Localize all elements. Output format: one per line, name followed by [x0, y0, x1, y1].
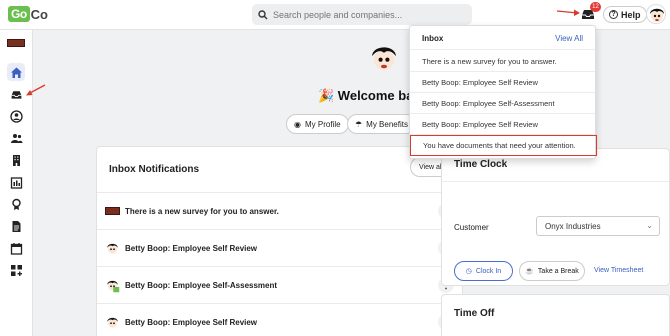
time-clock-title: Time Clock [454, 159, 508, 170]
notification-text: Betty Boop: Employee Self Review [125, 243, 258, 253]
notification-text: Betty Boop: Employee Self Review [125, 317, 258, 327]
list-item[interactable]: Betty Boop: Employee Self-Assessment ⋮ [97, 266, 462, 303]
sidebar [0, 30, 33, 336]
notification-text: Betty Boop: Employee Self-Assessment [125, 280, 278, 290]
logo-co-text: Co [30, 6, 49, 22]
chevron-down-icon: ⌄ [646, 221, 653, 230]
time-off-title: Time Off [454, 308, 495, 319]
customer-label: Customer [454, 223, 489, 232]
inbox-dropdown: Inbox View All There is a new survey for… [409, 25, 597, 159]
help-button[interactable]: ? Help [603, 6, 647, 23]
inbox-notifications-title: Inbox Notifications [109, 164, 199, 175]
inbox-badge: 12 [590, 2, 601, 12]
my-profile-button[interactable]: ◉ My Profile [286, 114, 349, 134]
my-benefits-label: My Benefits [366, 119, 408, 129]
notification-text: There is a new survey for you to answer. [125, 206, 279, 216]
list-item[interactable]: Betty Boop: Employee Self Review ⋮ [97, 229, 462, 266]
search-bar[interactable] [252, 4, 472, 25]
inbox-dropdown-title: Inbox [422, 34, 444, 43]
people-icon[interactable] [7, 129, 25, 147]
company-logo [105, 207, 120, 215]
avatar [107, 243, 118, 254]
my-benefits-button[interactable]: ☂ My Benefits [347, 114, 416, 134]
clock-in-button[interactable]: ◷ Clock In [454, 261, 513, 281]
take-break-label: Take a Break [537, 267, 579, 275]
user-avatar[interactable] [646, 4, 666, 24]
avatar [107, 317, 118, 328]
award-icon[interactable] [7, 195, 25, 213]
coffee-icon: ☕ [525, 268, 534, 275]
profile-icon[interactable] [7, 107, 25, 125]
document-icon[interactable] [7, 217, 25, 235]
customer-select[interactable]: Onyx Industries ⌄ [536, 216, 660, 236]
clock-icon: ◷ [465, 268, 472, 275]
inbox-notifications-card: Inbox Notifications View all There is a … [96, 146, 463, 336]
calendar-icon[interactable] [7, 239, 25, 257]
clock-in-label: Clock In [475, 267, 502, 275]
search-icon [258, 9, 268, 19]
timesheet-icon[interactable] [7, 173, 25, 191]
inbox-dropdown-header: Inbox View All [410, 26, 595, 50]
annotation-arrow-inbox [556, 9, 580, 16]
welcome-avatar [367, 41, 401, 75]
view-all-link[interactable]: View All [555, 34, 583, 43]
search-input[interactable] [273, 9, 463, 20]
time-clock-card: Time Clock Customer Onyx Industries ⌄ ◷ … [441, 148, 670, 286]
inbox-item-documents[interactable]: You have documents that need your attent… [410, 135, 597, 156]
customer-value: Onyx Industries [545, 221, 601, 231]
take-break-button[interactable]: ☕ Take a Break [519, 261, 585, 281]
goco-logo[interactable]: Go Co [8, 5, 48, 23]
building-icon[interactable] [7, 151, 25, 169]
my-profile-label: My Profile [304, 119, 341, 129]
divider [442, 181, 669, 182]
apps-icon[interactable] [7, 261, 25, 279]
inbox-item[interactable]: There is a new survey for you to answer. [410, 51, 595, 72]
view-timesheet-link[interactable]: View Timesheet [594, 267, 643, 274]
inbox-item[interactable]: Betty Boop: Employee Self-Assessment [410, 93, 595, 114]
avatar [107, 280, 120, 293]
inbox-item[interactable]: Betty Boop: Employee Self Review [410, 72, 595, 93]
time-off-card: Time Off [441, 294, 670, 336]
list-item[interactable]: There is a new survey for you to answer.… [97, 192, 462, 229]
logo-go-text: Go [8, 6, 30, 22]
help-label: Help [621, 9, 641, 20]
umbrella-icon: ☂ [355, 119, 363, 129]
home-icon[interactable] [7, 63, 25, 81]
profile-icon: ◉ [294, 119, 301, 129]
company-logo[interactable] [7, 39, 25, 47]
help-icon: ? [609, 10, 618, 19]
inbox-item[interactable]: Betty Boop: Employee Self Review [410, 114, 595, 135]
list-item[interactable]: Betty Boop: Employee Self Review ⋮ [97, 303, 462, 336]
